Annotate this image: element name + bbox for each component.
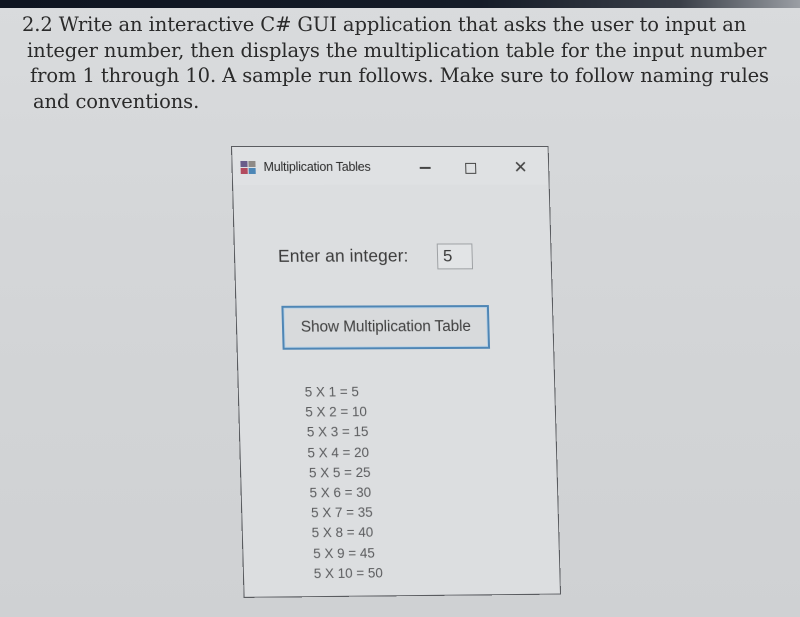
- result-line: 5 X 2 = 10: [305, 404, 368, 420]
- result-line: 5 X 9 = 45: [313, 545, 376, 561]
- result-line: 5 X 7 = 35: [310, 505, 373, 521]
- result-line: 5 X 8 = 40: [311, 525, 374, 541]
- maximize-button[interactable]: [453, 155, 487, 181]
- result-line: 5 X 10 = 50: [313, 565, 384, 581]
- screen-top-bezel: [0, 0, 800, 8]
- question-line: from 1 through 10. A sample run follows.…: [30, 64, 769, 87]
- window-title: Multiplication Tables: [263, 159, 371, 174]
- multiplication-results: 5 X 1 = 5 5 X 2 = 10 5 X 3 = 15 5 X 4 = …: [304, 382, 384, 584]
- close-icon: ✕: [513, 157, 528, 178]
- window-titlebar[interactable]: Multiplication Tables ✕: [232, 146, 549, 185]
- question-line: integer number, then displays the multip…: [27, 38, 767, 62]
- question-line: 2.2 Write an interactive C# GUI applicat…: [22, 13, 747, 36]
- show-multiplication-table-button[interactable]: Show Multiplication Table: [281, 305, 491, 350]
- result-line: 5 X 5 = 25: [308, 464, 371, 481]
- result-line: 5 X 4 = 20: [307, 444, 370, 461]
- result-line: 5 X 3 = 15: [306, 424, 369, 440]
- result-line: 5 X 1 = 5: [304, 384, 360, 400]
- multiplication-tables-window: Multiplication Tables ✕ Enter an integer…: [231, 146, 561, 598]
- question-line: and conventions.: [33, 89, 200, 113]
- question-text: 2.2 Write an interactive C# GUI applicat…: [22, 12, 782, 114]
- enter-integer-label: Enter an integer:: [277, 245, 409, 266]
- app-icon: [240, 160, 256, 175]
- close-button[interactable]: ✕: [503, 155, 537, 181]
- result-line: 5 X 6 = 30: [309, 484, 372, 501]
- integer-input[interactable]: [436, 243, 474, 270]
- maximize-icon: [464, 162, 476, 174]
- minimize-button[interactable]: [407, 155, 441, 181]
- minimize-icon: [419, 167, 431, 169]
